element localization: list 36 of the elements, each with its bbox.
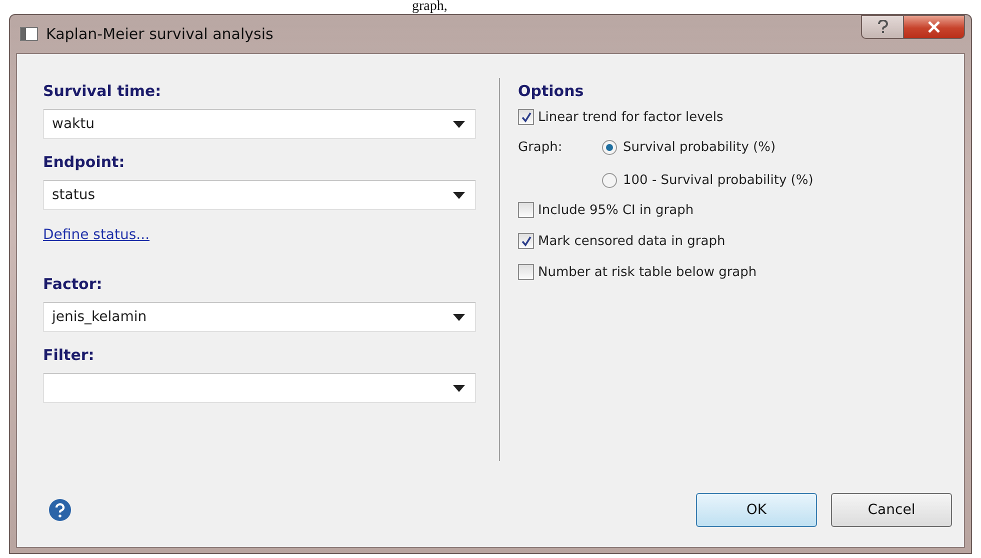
caret-icon [453, 384, 465, 392]
close-icon [927, 21, 941, 33]
checkbox-label: Include 95% CI in graph [538, 202, 694, 218]
dropdown[interactable]: jenis_kelamin [43, 302, 476, 332]
checkbox-label: Number at risk table below graph [538, 264, 757, 280]
radio-label: Survival probability (%) [623, 140, 776, 155]
dialog-button[interactable]: Cancel [831, 493, 952, 527]
checkbox-label: Linear trend for factor levels [538, 110, 724, 124]
radio-label: 100 - Survival probability (%) [623, 173, 814, 188]
checkbox[interactable] [518, 233, 534, 249]
caret-icon [453, 192, 465, 198]
document-text: graph, [412, 0, 448, 14]
window-icon [20, 27, 38, 41]
checkbox[interactable] [518, 264, 534, 280]
radio-button[interactable] [602, 173, 617, 188]
help-button[interactable] [861, 15, 903, 39]
close-button[interactable] [903, 15, 965, 39]
field-label: Endpoint: [43, 153, 126, 171]
radio-button[interactable] [602, 140, 617, 155]
checkbox[interactable] [518, 109, 534, 125]
caret-icon [453, 314, 465, 320]
option-label: Graph: [518, 140, 564, 157]
field-label: Filter: [43, 346, 96, 364]
dropdown[interactable]: waktu [43, 109, 476, 139]
define-status-link[interactable]: Define status... [43, 227, 150, 243]
caret-icon [453, 120, 465, 128]
checkbox[interactable] [518, 202, 534, 218]
window-title: Kaplan-Meier survival analysis [46, 25, 274, 43]
default-button[interactable]: OK [696, 493, 817, 527]
question-mark-icon [876, 20, 888, 34]
dropdown[interactable]: status [43, 180, 476, 210]
help-icon[interactable] [49, 499, 71, 521]
field-label: Factor: [43, 275, 104, 293]
field-label: Survival time: [43, 82, 162, 100]
section-title: Options [518, 82, 585, 100]
checkbox-label: Mark censored data in graph [538, 234, 726, 248]
